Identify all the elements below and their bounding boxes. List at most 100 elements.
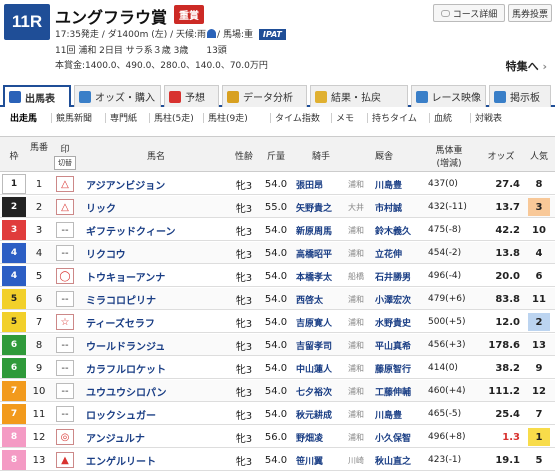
course-detail-button[interactable]: コース詳細 bbox=[433, 4, 505, 22]
mark-selector[interactable]: ☆ bbox=[56, 314, 74, 330]
horse-name-link[interactable]: ロックシュガー bbox=[86, 403, 156, 425]
jockey-link[interactable]: 七夕裕次 bbox=[296, 380, 332, 402]
jockey-link[interactable]: 吉原寛人 bbox=[296, 311, 332, 333]
table-row[interactable]: 6 9 -- カラフルロケット 牝3 54.0 中山蓮人 浦和 藤原智行 414(0) 38.2 9 bbox=[0, 357, 555, 379]
trainer-link[interactable]: 工藤伸輔 bbox=[375, 380, 411, 402]
odds-cell[interactable]: 38.2 bbox=[478, 357, 524, 379]
table-row[interactable]: 4 5 ◯ トウキョーアンナ 牝3 54.0 本橋孝太 船橋 石井勝男 496(-4) 20.0 6 bbox=[0, 265, 555, 287]
trainer-link[interactable]: 平山真希 bbox=[375, 334, 411, 356]
tab-6[interactable]: 掲示板 bbox=[489, 85, 551, 107]
mark-selector[interactable]: -- bbox=[56, 360, 74, 376]
subtab-7[interactable]: 持ちタイム bbox=[372, 111, 417, 124]
odds-cell[interactable]: 111.2 bbox=[478, 380, 524, 402]
trainer-link[interactable]: 川島豊 bbox=[375, 403, 402, 425]
mark-toggle-button[interactable]: 切替 bbox=[54, 156, 76, 170]
odds-cell[interactable]: 20.0 bbox=[478, 265, 524, 287]
special-link[interactable]: 特集へ › bbox=[506, 58, 547, 74]
trainer-link[interactable]: 秋山直之 bbox=[375, 449, 411, 471]
horse-name-link[interactable]: ウールドランジュ bbox=[86, 334, 165, 356]
jockey-link[interactable]: 高橋昭平 bbox=[296, 242, 332, 264]
subtab-8[interactable]: 血統 bbox=[434, 111, 452, 124]
horse-name-link[interactable]: エンゲルリート bbox=[86, 449, 156, 471]
tab-1[interactable]: オッズ・購入 bbox=[74, 85, 161, 107]
table-row[interactable]: 2 2 △ リック 牝3 55.0 矢野貴之 大井 市村誠 432(-11) 13.7 3 bbox=[0, 196, 555, 218]
trainer-link[interactable]: 小久保智 bbox=[375, 426, 411, 448]
tab-4[interactable]: 結果・払戻 bbox=[310, 85, 408, 107]
horse-name-link[interactable]: アンジュルナ bbox=[86, 426, 145, 448]
tab-2[interactable]: 予想 bbox=[164, 85, 219, 107]
subtab-1[interactable]: 競馬新聞 bbox=[56, 111, 92, 124]
table-row[interactable]: 6 8 -- ウールドランジュ 牝3 54.0 吉留孝司 浦和 平山真希 456(+3) 178.6… bbox=[0, 334, 555, 356]
odds-cell[interactable]: 83.8 bbox=[478, 288, 524, 310]
subtab-9[interactable]: 対戦表 bbox=[475, 111, 502, 124]
mark-selector[interactable]: -- bbox=[56, 291, 74, 307]
table-row[interactable]: 8 12 ◎ アンジュルナ 牝3 56.0 野畑凌 浦和 小久保智 496(+8) 1.3 1 bbox=[0, 426, 555, 448]
mark-selector[interactable]: △ bbox=[56, 199, 74, 215]
odds-cell[interactable]: 27.4 bbox=[478, 173, 524, 195]
odds-cell[interactable]: 13.7 bbox=[478, 196, 524, 218]
horse-name-link[interactable]: カラフルロケット bbox=[86, 357, 166, 379]
table-row[interactable]: 8 13 ▲ エンゲルリート 牝3 54.0 笹川翼 川崎 秋山直之 423(-1) 19.1 5 bbox=[0, 449, 555, 471]
horse-name-link[interactable]: ティーズセラフ bbox=[86, 311, 155, 333]
bet-button[interactable]: 馬券投票 bbox=[508, 4, 552, 22]
trainer-link[interactable]: 水野貴史 bbox=[375, 311, 411, 333]
jockey-link[interactable]: 笹川翼 bbox=[296, 449, 323, 471]
table-row[interactable]: 5 6 -- ミラコロピリナ 牝3 54.0 西啓太 浦和 小澤宏次 479(+6) 83.8 11 bbox=[0, 288, 555, 310]
horse-name-link[interactable]: ミラコロピリナ bbox=[86, 288, 156, 310]
horse-name-link[interactable]: リック bbox=[86, 196, 116, 218]
jockey-link[interactable]: 新原周馬 bbox=[296, 219, 332, 241]
trainer-link[interactable]: 市村誠 bbox=[375, 196, 402, 218]
jockey-link[interactable]: 中山蓮人 bbox=[296, 357, 332, 379]
trainer-link[interactable]: 立花伸 bbox=[375, 242, 402, 264]
tab-3[interactable]: データ分析 bbox=[222, 85, 307, 107]
jockey-link[interactable]: 本橋孝太 bbox=[296, 265, 332, 287]
trainer-link[interactable]: 鈴木義久 bbox=[375, 219, 411, 241]
jockey-link[interactable]: 秋元耕成 bbox=[296, 403, 332, 425]
horse-name-link[interactable]: トウキョーアンナ bbox=[86, 265, 165, 287]
odds-cell[interactable]: 178.6 bbox=[478, 334, 524, 356]
mark-selector[interactable]: -- bbox=[56, 222, 74, 238]
trainer-link[interactable]: 石井勝男 bbox=[375, 265, 411, 287]
subtab-5[interactable]: タイム指数 bbox=[275, 111, 320, 124]
table-row[interactable]: 5 7 ☆ ティーズセラフ 牝3 54.0 吉原寛人 浦和 水野貴史 500(+5) 12.0 2 bbox=[0, 311, 555, 333]
subtab-6[interactable]: メモ bbox=[336, 111, 354, 124]
tab-5[interactable]: レース映像 bbox=[411, 85, 486, 107]
odds-cell[interactable]: 13.8 bbox=[478, 242, 524, 264]
tab-0[interactable]: 出馬表 bbox=[3, 85, 71, 107]
trainer-link[interactable]: 川島豊 bbox=[375, 173, 402, 195]
odds-cell[interactable]: 1.3 bbox=[478, 426, 524, 448]
odds-cell[interactable]: 19.1 bbox=[478, 449, 524, 471]
horse-name-link[interactable]: リクコウ bbox=[86, 242, 126, 264]
jockey-link[interactable]: 張田昂 bbox=[296, 173, 323, 195]
mark-selector[interactable]: -- bbox=[56, 406, 74, 422]
subtab-3[interactable]: 馬柱(5走) bbox=[154, 111, 194, 124]
subtab-2[interactable]: 専門紙 bbox=[110, 111, 137, 124]
horse-name-link[interactable]: ユウユウシロパン bbox=[86, 380, 167, 402]
odds-cell[interactable]: 25.4 bbox=[478, 403, 524, 425]
odds-cell[interactable]: 12.0 bbox=[478, 311, 524, 333]
horse-name-link[interactable]: アジアンビジョン bbox=[86, 173, 165, 195]
table-row[interactable]: 3 3 -- ギフテッドクィーン 牝3 54.0 新原周馬 浦和 鈴木義久 475(-8) 42.2… bbox=[0, 219, 555, 241]
table-row[interactable]: 1 1 △ アジアンビジョン 牝3 54.0 張田昂 浦和 川島豊 437(0) 27.4 8 bbox=[0, 173, 555, 195]
table-row[interactable]: 7 10 -- ユウユウシロパン 牝3 54.0 七夕裕次 浦和 工藤伸輔 460(+4) 111.… bbox=[0, 380, 555, 402]
mark-selector[interactable]: △ bbox=[56, 176, 74, 192]
mark-selector[interactable]: ▲ bbox=[56, 452, 74, 468]
jockey-link[interactable]: 西啓太 bbox=[296, 288, 323, 310]
mark-selector[interactable]: ◎ bbox=[56, 429, 74, 445]
jockey-link[interactable]: 野畑凌 bbox=[296, 426, 323, 448]
mark-selector[interactable]: -- bbox=[56, 245, 74, 261]
ipat-badge[interactable]: IPAT bbox=[258, 29, 286, 40]
subtab-4[interactable]: 馬柱(9走) bbox=[208, 111, 248, 124]
table-row[interactable]: 7 11 -- ロックシュガー 牝3 54.0 秋元耕成 浦和 川島豊 465(-5) 25.4 7 bbox=[0, 403, 555, 425]
jockey-link[interactable]: 矢野貴之 bbox=[296, 196, 332, 218]
subtab-0[interactable]: 出走馬 bbox=[10, 111, 37, 124]
jockey-link[interactable]: 吉留孝司 bbox=[296, 334, 332, 356]
trainer-link[interactable]: 小澤宏次 bbox=[375, 288, 411, 310]
mark-selector[interactable]: -- bbox=[56, 383, 74, 399]
table-row[interactable]: 4 4 -- リクコウ 牝3 54.0 高橋昭平 浦和 立花伸 454(-2) 13.8 4 bbox=[0, 242, 555, 264]
odds-cell[interactable]: 42.2 bbox=[478, 219, 524, 241]
trainer-link[interactable]: 藤原智行 bbox=[375, 357, 411, 379]
mark-selector[interactable]: -- bbox=[56, 337, 74, 353]
horse-name-link[interactable]: ギフテッドクィーン bbox=[86, 219, 176, 241]
mark-selector[interactable]: ◯ bbox=[56, 268, 74, 284]
